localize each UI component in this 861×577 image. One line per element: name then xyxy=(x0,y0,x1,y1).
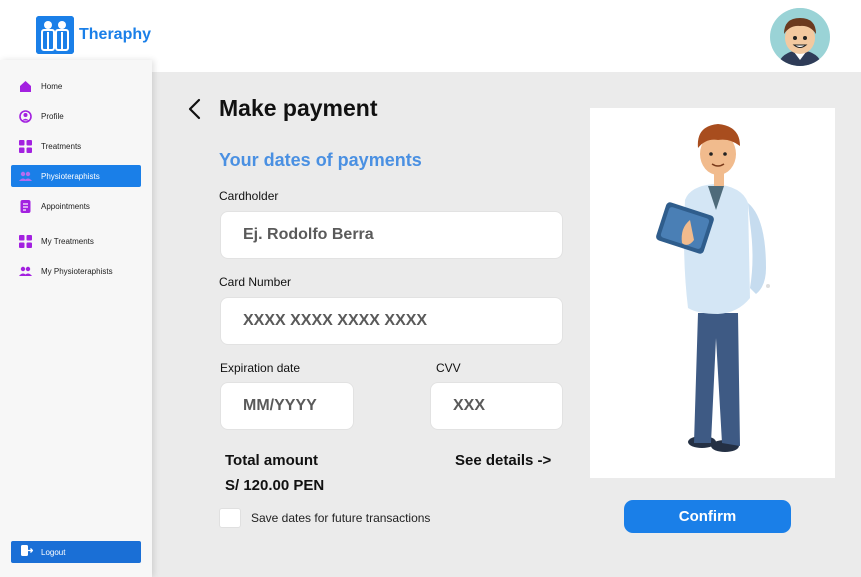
grid-icon xyxy=(19,234,32,248)
logout-label: Logout xyxy=(41,547,66,557)
sidebar: Home Profile Treatments Physioteraphists… xyxy=(0,60,152,577)
user-avatar[interactable] xyxy=(770,8,830,66)
grid-icon xyxy=(19,139,32,153)
sidebar-item-label: Home xyxy=(41,81,63,91)
sidebar-item-physioteraphists[interactable]: Physioteraphists xyxy=(11,165,141,187)
cardholder-label: Cardholder xyxy=(219,189,279,203)
total-amount-value: S/ 120.00 PEN xyxy=(225,477,325,494)
expiration-date-input[interactable] xyxy=(220,382,354,430)
expiration-date-label: Expiration date xyxy=(220,361,301,375)
sidebar-item-home[interactable]: Home xyxy=(11,75,141,97)
see-details-link[interactable]: See details -> xyxy=(455,452,551,469)
people-icon xyxy=(19,265,32,278)
sidebar-item-appointments[interactable]: Appointments xyxy=(11,195,141,217)
sidebar-item-label: Treatments xyxy=(41,141,82,151)
doctor-illustration xyxy=(590,108,835,478)
total-amount-label: Total amount xyxy=(225,452,319,469)
cvv-input[interactable] xyxy=(430,382,563,430)
app-name: Theraphy xyxy=(79,26,152,43)
sidebar-item-my-treatments[interactable]: My Treatments xyxy=(11,230,141,252)
sidebar-item-label: Profile xyxy=(41,111,64,121)
logo-icon xyxy=(36,16,74,54)
save-dates-label: Save dates for future transactions xyxy=(251,511,431,525)
profile-icon xyxy=(19,109,32,123)
card-number-label: Card Number xyxy=(219,275,292,289)
sidebar-item-label: My Treatments xyxy=(41,236,94,246)
cvv-label: CVV xyxy=(436,361,461,375)
document-icon xyxy=(19,199,32,213)
logout-button[interactable]: Logout xyxy=(11,541,141,563)
save-dates-checkbox[interactable] xyxy=(219,508,241,528)
app-logo[interactable]: Theraphy xyxy=(36,16,151,54)
back-arrow-icon[interactable] xyxy=(186,98,206,120)
sidebar-item-label: My Physioteraphists xyxy=(41,266,113,276)
sidebar-item-my-physioteraphists[interactable]: My Physioteraphists xyxy=(11,260,141,282)
sidebar-item-treatments[interactable]: Treatments xyxy=(11,135,141,157)
page-title: Make payment xyxy=(219,95,378,121)
home-icon xyxy=(19,80,32,93)
sidebar-item-label: Appointments xyxy=(41,201,90,211)
sidebar-item-label: Physioteraphists xyxy=(41,171,100,181)
sidebar-item-profile[interactable]: Profile xyxy=(11,105,141,127)
card-number-input[interactable] xyxy=(220,297,563,345)
people-icon xyxy=(19,170,32,183)
confirm-button[interactable]: Confirm xyxy=(624,500,791,533)
section-subtitle: Your dates of payments xyxy=(219,150,422,170)
cardholder-input[interactable] xyxy=(220,211,563,259)
logout-icon xyxy=(21,543,34,561)
